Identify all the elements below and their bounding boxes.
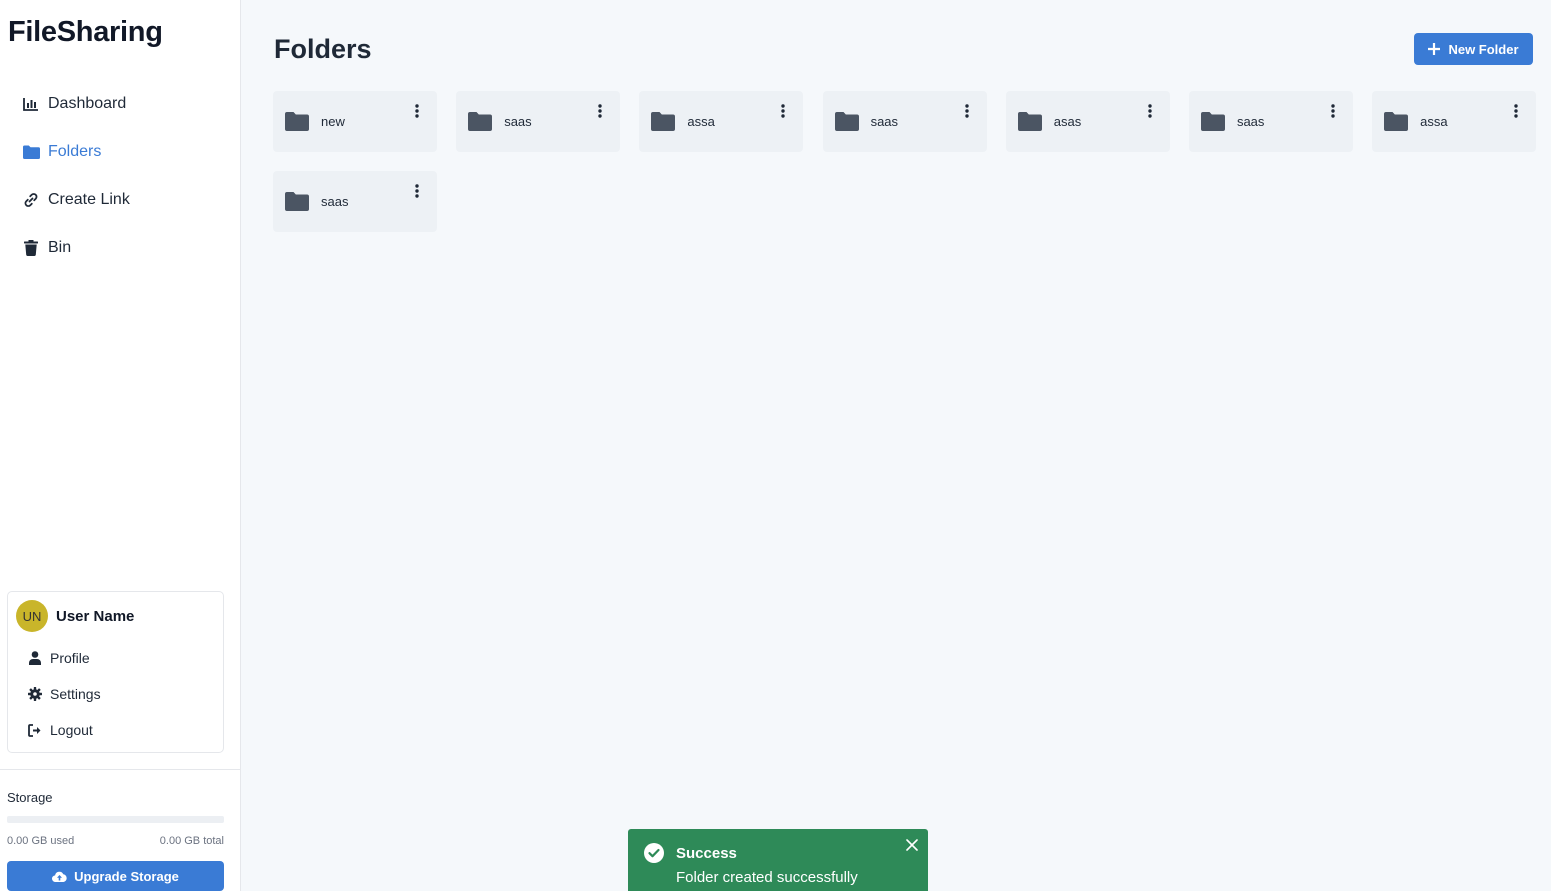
storage-panel: Storage 0.00 GB used 0.00 GB total Upgra…: [0, 769, 240, 891]
logout-icon: [28, 723, 42, 737]
folder-card[interactable]: saas: [1188, 91, 1353, 152]
toast-title: Success: [676, 845, 737, 862]
sidebar-nav: Dashboard Folders Create Link Bin: [0, 80, 240, 272]
storage-used: 0.00 GB used: [7, 835, 75, 847]
upgrade-storage-button[interactable]: Upgrade Storage: [7, 861, 224, 891]
folder-icon: [1384, 111, 1409, 132]
more-options-icon[interactable]: [779, 103, 787, 119]
folder-name: saas: [504, 114, 532, 129]
more-options-icon[interactable]: [1146, 103, 1154, 119]
new-folder-label: New Folder: [1448, 41, 1519, 57]
menu-item-logout[interactable]: Logout: [8, 712, 223, 748]
avatar: UN: [16, 600, 48, 632]
folder-card[interactable]: new: [273, 91, 437, 152]
menu-item-profile[interactable]: Profile: [8, 640, 223, 676]
user-header[interactable]: UN User Name: [8, 592, 223, 640]
folder-name: new: [321, 114, 345, 129]
cloud-upload-icon: [52, 871, 67, 882]
more-options-icon[interactable]: [413, 183, 421, 199]
storage-progress-bar: [7, 816, 224, 823]
menu-item-label: Settings: [50, 686, 101, 702]
menu-item-label: Profile: [50, 650, 90, 666]
chart-bar-icon: [22, 95, 40, 113]
menu-item-label: Logout: [50, 722, 93, 738]
folder-card[interactable]: asas: [1005, 91, 1170, 152]
user-name: User Name: [56, 607, 135, 625]
folder-icon: [468, 111, 493, 132]
folder-name: saas: [870, 114, 899, 129]
more-options-icon[interactable]: [413, 103, 421, 119]
new-folder-button[interactable]: New Folder: [1414, 33, 1533, 65]
sidebar-item-label: Create Link: [48, 191, 130, 208]
storage-title: Storage: [7, 790, 53, 805]
folder-card[interactable]: assa: [639, 91, 804, 152]
folder-card[interactable]: saas: [273, 171, 437, 232]
folder-icon: [22, 143, 40, 161]
more-options-icon[interactable]: [596, 103, 604, 119]
gear-icon: [28, 687, 42, 701]
folder-icon: [285, 191, 309, 212]
folder-name: saas: [321, 194, 349, 209]
sidebar-item-bin[interactable]: Bin: [0, 224, 240, 272]
folder-grid: new saas assa saas asas saas assa saas: [273, 91, 1537, 232]
more-options-icon[interactable]: [963, 103, 971, 119]
main-content: Folders New Folder new saas assa saas asas sa…: [241, 0, 1551, 891]
close-icon[interactable]: [906, 839, 918, 851]
folder-icon: [834, 111, 859, 132]
success-toast: Success Folder created successfully: [628, 829, 928, 891]
folder-icon: [1200, 111, 1225, 132]
check-circle-icon: [644, 843, 664, 863]
sidebar-item-create-link[interactable]: Create Link: [0, 176, 240, 224]
folder-card[interactable]: saas: [822, 91, 987, 152]
folder-card[interactable]: assa: [1372, 91, 1537, 152]
page-title: Folders: [274, 34, 372, 64]
trash-icon: [22, 239, 40, 257]
sidebar-item-label: Bin: [48, 239, 72, 256]
sidebar-item-label: Dashboard: [48, 95, 127, 112]
folder-name: saas: [1236, 114, 1265, 129]
folder-card[interactable]: saas: [456, 91, 621, 152]
folder-name: asas: [1053, 114, 1082, 129]
sidebar-item-label: Folders: [48, 143, 102, 160]
menu-item-settings[interactable]: Settings: [8, 676, 223, 712]
folder-name: assa: [687, 114, 715, 129]
more-options-icon[interactable]: [1329, 103, 1337, 119]
storage-meta: 0.00 GB used 0.00 GB total: [7, 835, 224, 847]
sidebar: FileSharing Dashboard Folders Create Lin…: [0, 0, 241, 891]
folder-icon: [285, 111, 309, 132]
folder-icon: [651, 111, 676, 132]
sidebar-item-dashboard[interactable]: Dashboard: [0, 80, 240, 128]
user-icon: [28, 651, 42, 665]
link-icon: [22, 191, 40, 209]
folder-icon: [1017, 111, 1042, 132]
plus-icon: [1428, 43, 1441, 55]
upgrade-storage-label: Upgrade Storage: [74, 868, 179, 884]
user-menu-card: UN User Name Profile Settings Logout: [7, 591, 224, 753]
toast-message: Folder created successfully: [676, 869, 858, 886]
more-options-icon[interactable]: [1512, 103, 1520, 119]
sidebar-item-folders[interactable]: Folders: [0, 128, 240, 176]
storage-total: 0.00 GB total: [159, 835, 224, 847]
app-logo[interactable]: FileSharing: [8, 16, 163, 49]
folder-name: assa: [1420, 114, 1448, 129]
